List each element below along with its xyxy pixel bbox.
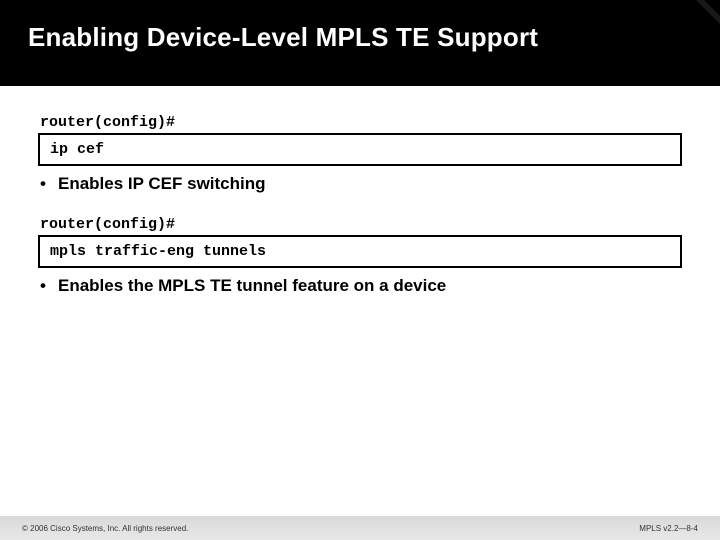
title-bar: Enabling Device-Level MPLS TE Support [0, 0, 720, 86]
command-box-ip-cef: ip cef [38, 133, 682, 166]
slide-title: Enabling Device-Level MPLS TE Support [28, 22, 700, 53]
footer: © 2006 Cisco Systems, Inc. All rights re… [0, 516, 720, 540]
footer-copyright: © 2006 Cisco Systems, Inc. All rights re… [22, 524, 188, 533]
config-prompt-1: router(config)# [40, 114, 682, 131]
corner-accent-inner [704, 0, 720, 16]
slide: Enabling Device-Level MPLS TE Support ro… [0, 0, 720, 540]
command-box-mpls-te: mpls traffic-eng tunnels [38, 235, 682, 268]
bullet-mpls-te: •Enables the MPLS TE tunnel feature on a… [40, 276, 682, 296]
slide-body: router(config)# ip cef •Enables IP CEF s… [0, 86, 720, 296]
config-prompt-2: router(config)# [40, 216, 682, 233]
bullet-mpls-te-text: Enables the MPLS TE tunnel feature on a … [58, 276, 446, 295]
bullet-ip-cef-text: Enables IP CEF switching [58, 174, 266, 193]
bullet-ip-cef: •Enables IP CEF switching [40, 174, 682, 194]
footer-pageref: MPLS v2.2—8-4 [639, 524, 698, 533]
